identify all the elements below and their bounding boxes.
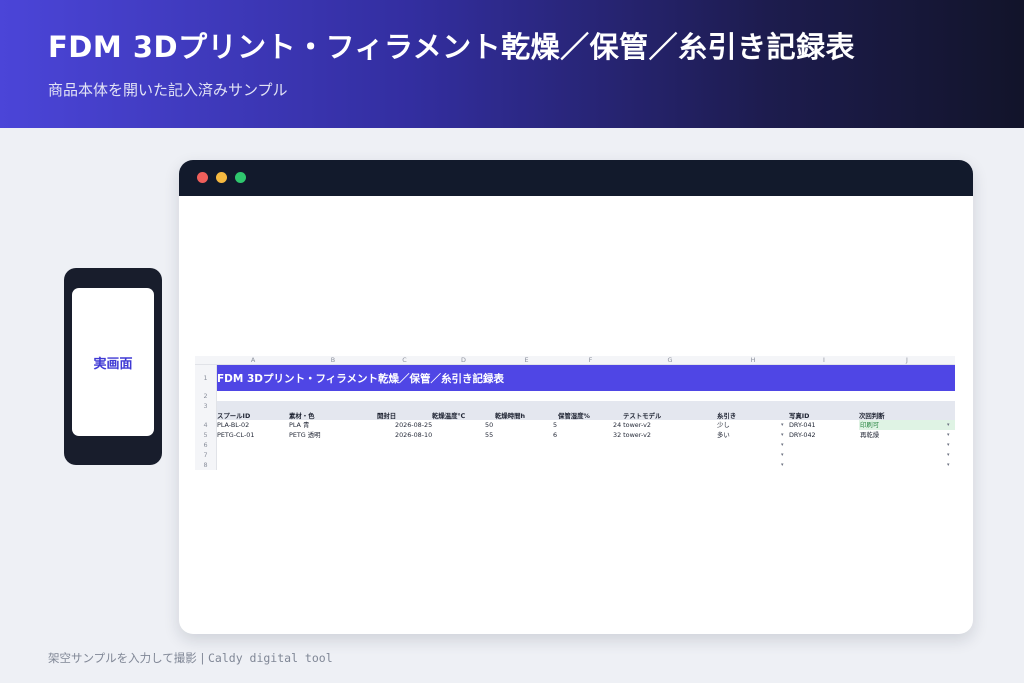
row-number: 1 (195, 365, 217, 391)
cell-stringing[interactable]: 多い (717, 430, 730, 440)
sheet-row: 2 (195, 391, 955, 401)
row-number: 6 (195, 440, 217, 450)
cell-next-action[interactable]: 再乾燥 (860, 430, 879, 440)
browser-titlebar (179, 160, 973, 196)
table-row: 5 PETG-CL-01 PETG 透明 2026-08-10 55 6 32 … (195, 430, 955, 440)
table-row: 6 ▾ ▾ (195, 440, 955, 450)
dropdown-arrow-icon[interactable]: ▾ (781, 450, 784, 460)
minimize-window-dot[interactable] (216, 172, 227, 183)
row-number: 7 (195, 450, 217, 460)
header-dry-time[interactable]: 乾燥時間h (495, 411, 525, 420)
phone-mockup: 実画面 (64, 268, 162, 465)
page-subtitle: 商品本体を開いた記入済みサンプル (48, 81, 288, 99)
column-header[interactable]: E (495, 356, 558, 365)
cell-next-action[interactable]: 印刷可 (859, 420, 955, 430)
cell-opened-date[interactable]: 2026-08-25 (395, 420, 432, 430)
cell-photo-id[interactable]: DRY-041 (789, 420, 816, 430)
column-header[interactable]: A (217, 356, 289, 365)
cell-spool-id[interactable]: PETG-CL-01 (217, 430, 254, 440)
cell-dry-temp[interactable]: 55 (485, 430, 493, 440)
phone-screen-label: 実画面 (93, 356, 133, 372)
row-number: 3 (195, 401, 217, 420)
dropdown-arrow-icon[interactable]: ▾ (781, 440, 784, 450)
row-number: 5 (195, 430, 217, 440)
column-header-row: A B C D E F G H I J (195, 356, 955, 365)
page-title: FDM 3Dプリント・フィラメント乾燥／保管／糸引き記録表 (48, 30, 856, 64)
cell-spool-id[interactable]: PLA-BL-02 (217, 420, 249, 430)
dropdown-arrow-icon[interactable]: ▾ (947, 440, 950, 450)
header-row: 3 スプールID 素材・色 開封日 乾燥温度℃ 乾燥時間h 保管湿度% テストモ… (195, 401, 955, 420)
dropdown-arrow-icon[interactable]: ▾ (781, 420, 784, 430)
cell-dry-temp[interactable]: 50 (485, 420, 493, 430)
row-number: 2 (195, 391, 217, 401)
row-number: 8 (195, 460, 217, 470)
dropdown-arrow-icon[interactable]: ▾ (947, 450, 950, 460)
cell-opened-date[interactable]: 2026-08-10 (395, 430, 432, 440)
row-number: 4 (195, 420, 217, 430)
cell-humidity-model[interactable]: 24 tower-v2 (613, 420, 651, 430)
column-header[interactable]: I (789, 356, 859, 365)
dropdown-arrow-icon[interactable]: ▾ (781, 460, 784, 470)
column-header[interactable]: C (377, 356, 432, 365)
column-header[interactable]: D (432, 356, 495, 365)
header-test-model[interactable]: テストモデル (623, 411, 661, 420)
cell-dry-time[interactable]: 5 (553, 420, 557, 430)
cell-dry-time[interactable]: 6 (553, 430, 557, 440)
cell-photo-id[interactable]: DRY-042 (789, 430, 816, 440)
cell-material[interactable]: PLA 青 (289, 420, 309, 430)
maximize-window-dot[interactable] (235, 172, 246, 183)
footer-caption: 架空サンプルを入力して撮影 | Caldy digital tool (48, 650, 333, 666)
close-window-dot[interactable] (197, 172, 208, 183)
header-humidity[interactable]: 保管湿度% (558, 411, 590, 420)
header-next-action[interactable]: 次回判断 (859, 411, 885, 420)
header-opened-date[interactable]: 開封日 (377, 411, 396, 420)
header-photo-id[interactable]: 写真ID (789, 411, 809, 420)
column-header[interactable]: F (558, 356, 623, 365)
cell-humidity-model[interactable]: 32 tower-v2 (613, 430, 651, 440)
column-header[interactable]: G (623, 356, 717, 365)
sheet-title[interactable]: FDM 3Dプリント・フィラメント乾燥／保管／糸引き記録表 (217, 371, 504, 386)
hero-header: FDM 3Dプリント・フィラメント乾燥／保管／糸引き記録表 商品本体を開いた記入… (0, 0, 1024, 128)
column-header[interactable]: B (289, 356, 377, 365)
header-dry-temp[interactable]: 乾燥温度℃ (432, 411, 465, 420)
column-header[interactable]: H (717, 356, 789, 365)
footer-note: 架空サンプルを入力して撮影 (48, 651, 197, 665)
table-row: 8 ▾ ▾ (195, 460, 955, 470)
header-material[interactable]: 素材・色 (289, 411, 315, 420)
dropdown-arrow-icon[interactable]: ▾ (947, 460, 950, 470)
column-header[interactable]: J (859, 356, 955, 365)
dropdown-arrow-icon[interactable]: ▾ (781, 430, 784, 440)
footer-separator: | (200, 651, 205, 665)
cell-stringing[interactable]: 少し (717, 420, 730, 430)
dropdown-arrow-icon[interactable]: ▾ (947, 420, 950, 430)
browser-window: A B C D E F G H I J 1 FDM 3Dプリント・フィラメント乾… (179, 160, 973, 634)
table-row: 4 PLA-BL-02 PLA 青 2026-08-25 50 5 24 tow… (195, 420, 955, 430)
footer-brand: Caldy digital tool (208, 651, 333, 665)
table-row: 7 ▾ ▾ (195, 450, 955, 460)
cell-material[interactable]: PETG 透明 (289, 430, 321, 440)
header-stringing[interactable]: 糸引き (717, 411, 736, 420)
dropdown-arrow-icon[interactable]: ▾ (947, 430, 950, 440)
sheet-title-row: 1 FDM 3Dプリント・フィラメント乾燥／保管／糸引き記録表 (195, 365, 955, 391)
header-spool-id[interactable]: スプールID (217, 411, 250, 420)
phone-screen: 実画面 (72, 288, 154, 436)
